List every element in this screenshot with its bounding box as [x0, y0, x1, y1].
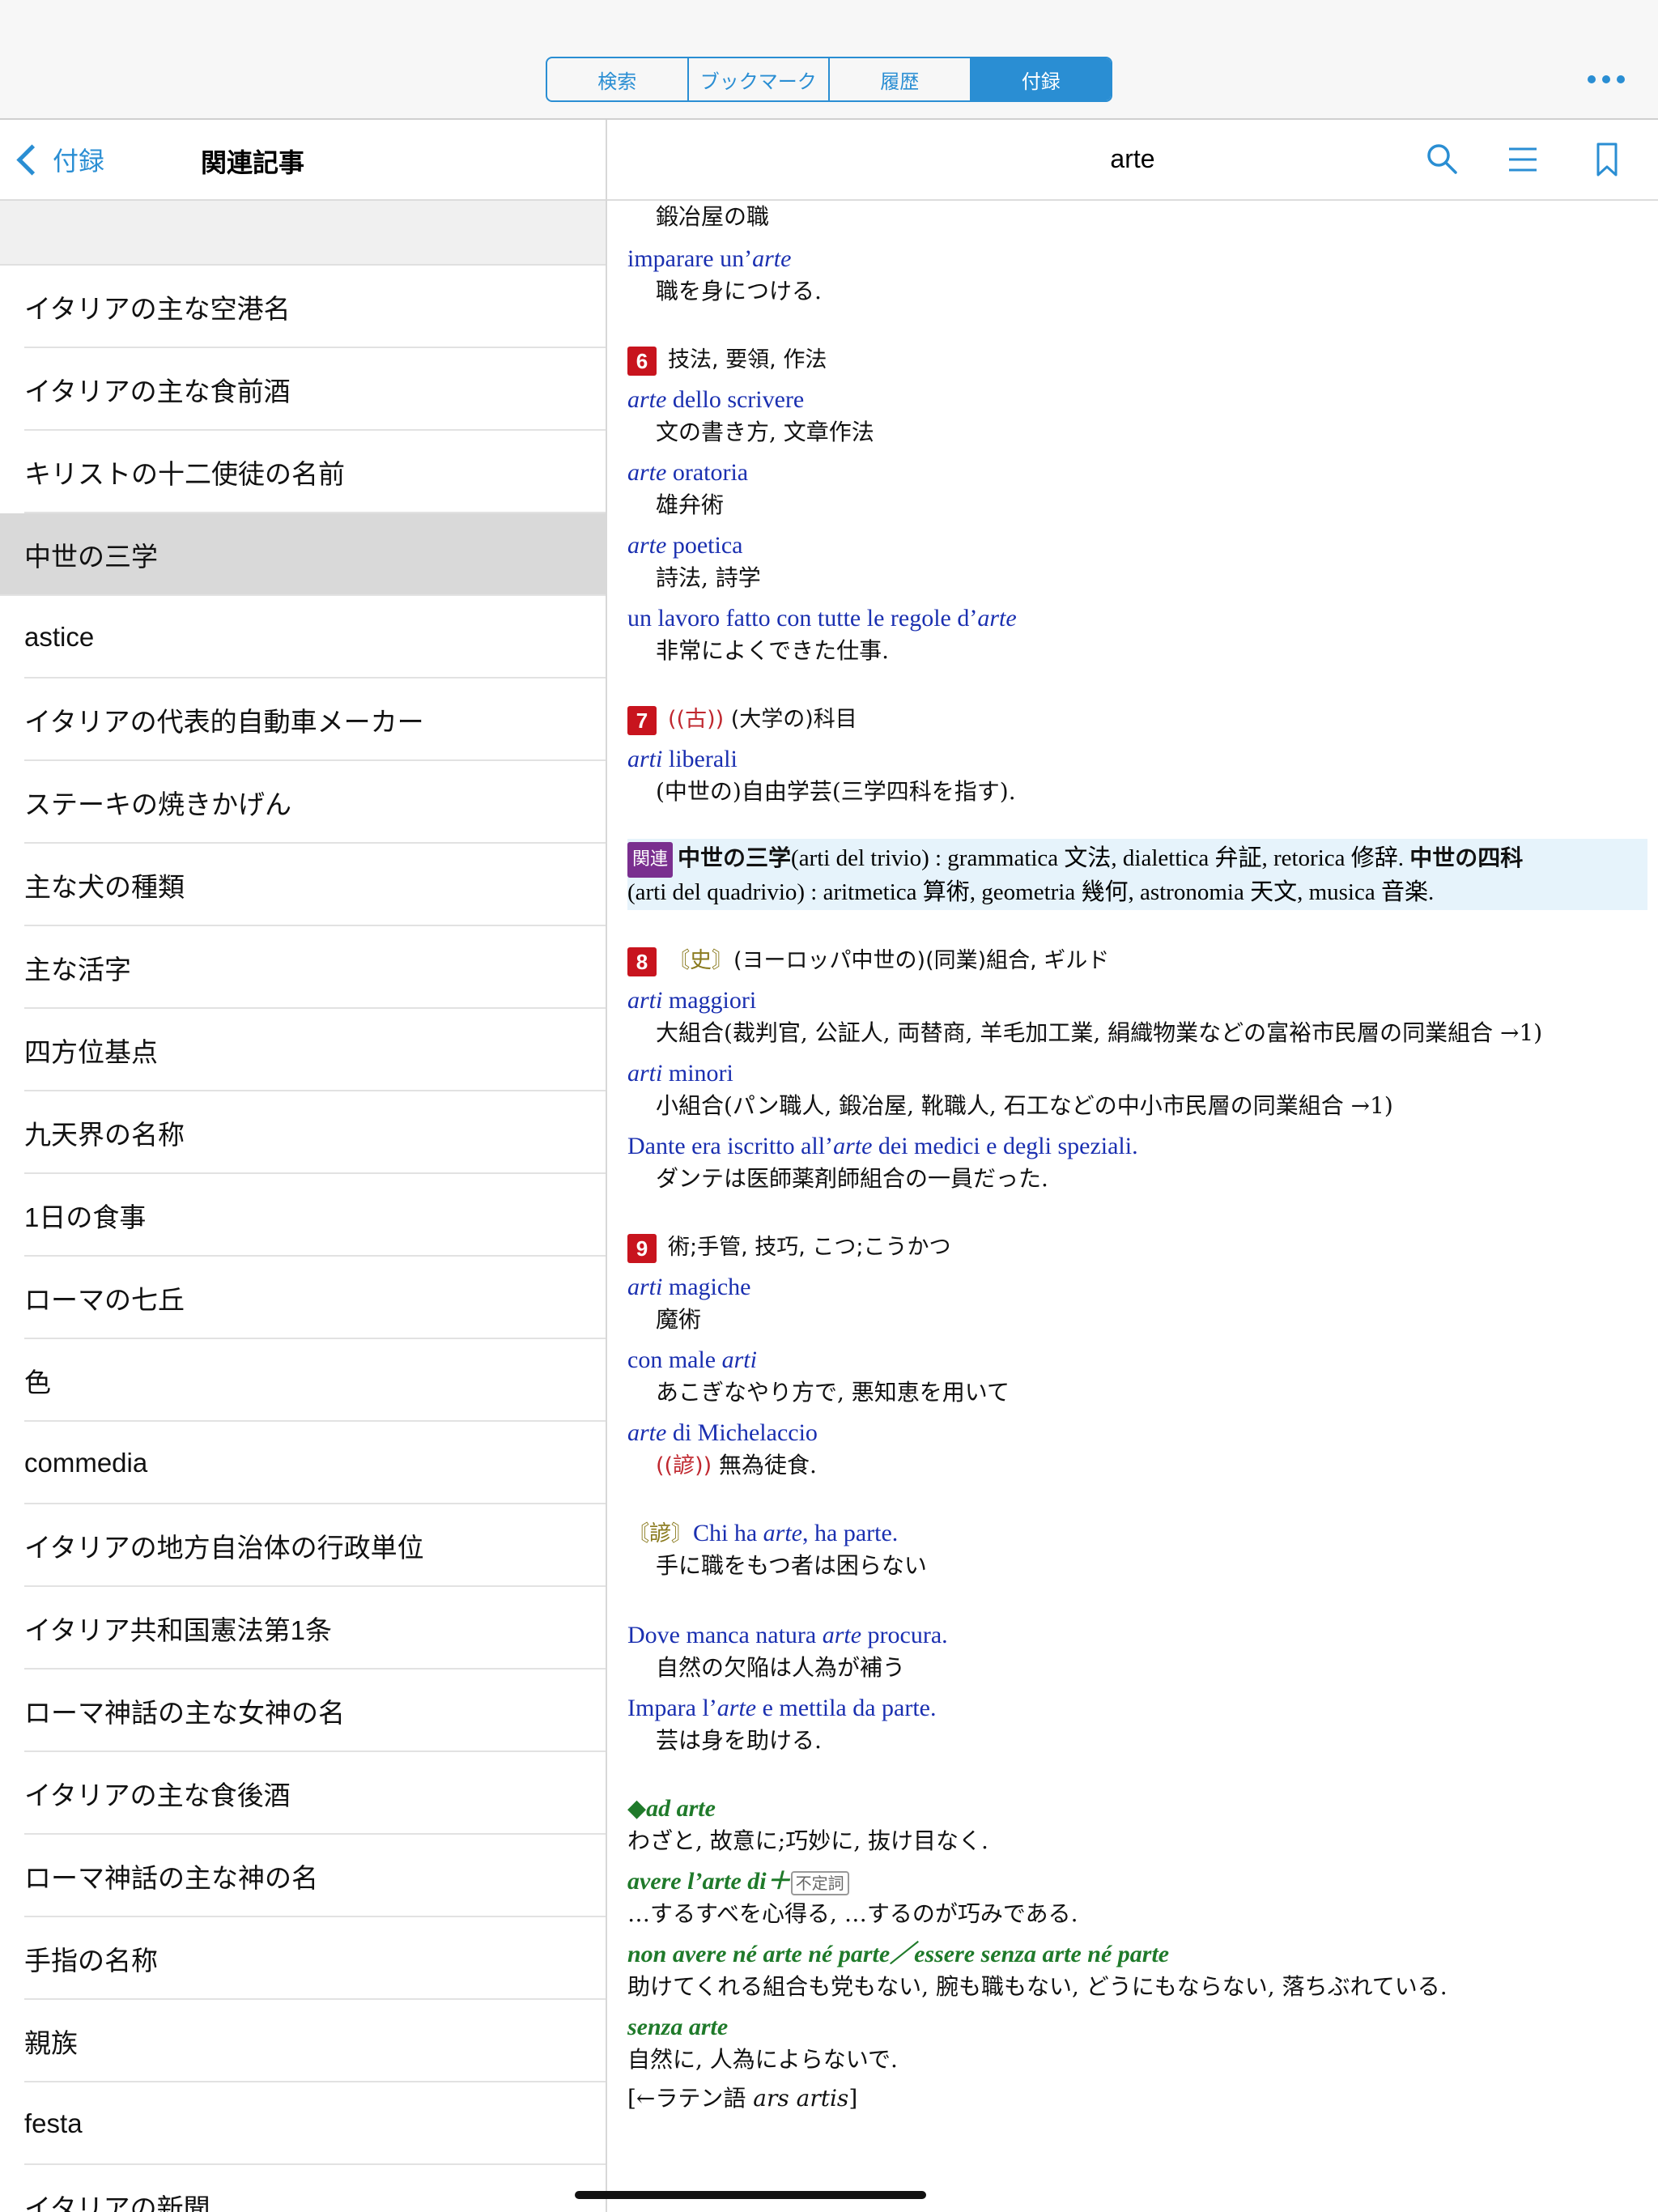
infinitive-tag: 不定詞	[790, 1871, 849, 1896]
etymology: [←ラテン語 ars artis]	[627, 2085, 858, 2112]
list-item[interactable]: イタリアの主な食前酒	[0, 348, 606, 431]
list-item[interactable]: ステーキの焼きかげん	[0, 761, 606, 844]
translation: (中世の)自由学芸(三学四科を指す).	[656, 778, 1016, 805]
example-phrase: arti minori	[627, 1060, 733, 1087]
sense-9: 9 術;手管, 技巧, こつ;こうかつ	[627, 1231, 951, 1264]
translation: ダンテは医師薬剤師組合の一員だった.	[656, 1165, 1048, 1192]
sense-8: 8 〘史〙(ヨーロッパ中世の)(同業)組合, ギルド	[627, 944, 1109, 977]
idiom: non avere né arte né parte／essere senza …	[627, 1941, 1170, 1967]
translation: 鍛冶屋の職	[656, 203, 770, 230]
translation: 雄弁術	[656, 491, 725, 518]
example-phrase: Dante era iscritto all’arte dei medici e…	[627, 1133, 1138, 1159]
list-item[interactable]: ローマ神話の主な神の名	[0, 1835, 606, 1917]
example-phrase: arti maggiori	[627, 987, 757, 1014]
translation: 詩法, 詩学	[656, 564, 761, 591]
sense-number: 9	[627, 1234, 657, 1264]
list-item[interactable]: 四方位基点	[0, 1009, 606, 1091]
sense-6: 6 技法, 要領, 作法	[627, 343, 827, 376]
segment-history[interactable]: 履歴	[830, 58, 971, 100]
example-phrase: arte poetica	[627, 532, 743, 559]
list-item[interactable]: 1日の食事	[0, 1174, 606, 1257]
proverb: Impara l’arte e mettila da parte.	[627, 1695, 937, 1721]
idiom: ◆ad arte	[627, 1795, 716, 1822]
translation: 職を身につける.	[656, 278, 822, 304]
proverb: Dove manca natura arte procura.	[627, 1622, 948, 1648]
list-item[interactable]: ローマ神話の主な女神の名	[0, 1670, 606, 1752]
idiom: senza arte	[627, 2014, 729, 2040]
idiom-meaning: 助けてくれる組合も党もない, 腕も職もない, どうにもならない, 落ちぶれている…	[627, 1973, 1448, 2000]
list-item[interactable]: イタリアの主な食後酒	[0, 1752, 606, 1835]
translation: 魔術	[656, 1306, 702, 1333]
sense-7: 7 ((古)) (大学の)科目	[627, 703, 857, 736]
translation: ((諺)) 無為徒食.	[656, 1452, 817, 1478]
top-toolbar: 検索 ブックマーク 履歴 付録	[0, 0, 1658, 120]
list-item[interactable]: イタリア共和国憲法第1条	[0, 1587, 606, 1670]
list-item[interactable]: 親族	[0, 2000, 606, 2082]
idiom-meaning: わざと, 故意に;巧妙に, 抜け目なく.	[627, 1827, 988, 1854]
translation: 非常によくできた仕事.	[656, 637, 890, 664]
example-phrase: un lavoro fatto con tutte le regole d’ar…	[627, 605, 1017, 632]
sense-number: 8	[627, 947, 657, 977]
idiom: avere l’arte di＋ 不定詞	[627, 1865, 849, 1898]
content-header: arte	[607, 120, 1658, 201]
translation: 文の書き方, 文章作法	[656, 419, 874, 445]
sidebar-title: 関連記事	[200, 148, 304, 177]
related-badge: 関連	[627, 842, 674, 878]
sidebar: 付録 関連記事 イタリアの主な空港名 イタリアの主な食前酒 キリストの十二使徒の…	[0, 120, 607, 2212]
sidebar-header: 付録 関連記事	[0, 120, 606, 201]
list-item[interactable]: ローマの七丘	[0, 1257, 606, 1339]
segmented-control: 検索 ブックマーク 履歴 付録	[546, 57, 1112, 102]
translation: 大組合(裁判官, 公証人, 両替商, 羊毛加工業, 絹織物業などの富裕市民層の同…	[656, 1019, 1543, 1046]
list-item[interactable]: 手指の名称	[0, 1917, 606, 2000]
list-icon[interactable]	[1503, 139, 1543, 180]
segment-appendix[interactable]: 付録	[971, 58, 1111, 100]
list-item[interactable]: イタリアの新聞	[0, 2165, 606, 2212]
bookmark-icon[interactable]	[1587, 139, 1627, 180]
more-icon[interactable]	[1582, 63, 1630, 96]
translation: 小組合(パン職人, 鍛冶屋, 靴職人, 石工などの中小市民層の同業組合 →1)	[656, 1092, 1393, 1119]
list-item[interactable]: 主な活字	[0, 926, 606, 1009]
idiom-meaning: 自然に, 人為によらないで.	[627, 2046, 898, 2073]
example-phrase: con male arti	[627, 1346, 757, 1373]
idiom-meaning: …するすべを心得る, …するのが巧みである.	[627, 1900, 1078, 1927]
example-phrase: arte di Michelaccio	[627, 1419, 818, 1446]
sidebar-blank-row	[0, 201, 606, 266]
list-item[interactable]: festa	[0, 2082, 606, 2165]
list-item[interactable]: イタリアの地方自治体の行政単位	[0, 1504, 606, 1587]
related-line-1: 関連 中世の三学(arti del trivio) : grammatica 文法…	[627, 842, 1523, 878]
translation: 自然の欠陥は人為が補う	[656, 1654, 906, 1681]
list-item[interactable]: astice	[0, 596, 606, 678]
translation: 手に職をもつ者は困らない	[656, 1552, 927, 1579]
list-item[interactable]: 主な犬の種類	[0, 844, 606, 926]
list-item[interactable]: commedia	[0, 1422, 606, 1504]
example-phrase: arte dello scrivere	[627, 386, 805, 413]
search-icon[interactable]	[1422, 139, 1462, 180]
segment-search[interactable]: 検索	[547, 58, 689, 100]
related-line-2: (arti del quadrivio) : aritmetica 算術, ge…	[627, 879, 1435, 905]
translation: あこぎなやり方で, 悪知恵を用いて	[656, 1379, 1010, 1406]
entry-title: arte	[1110, 144, 1155, 173]
example-phrase: arti liberali	[627, 746, 738, 772]
sense-number: 6	[627, 347, 657, 376]
list-item[interactable]: 九天界の名称	[0, 1091, 606, 1174]
home-indicator	[575, 2191, 926, 2199]
sense-number: 7	[627, 706, 657, 736]
list-item-selected[interactable]: 中世の三学	[0, 513, 606, 596]
list-item[interactable]: イタリアの代表的自動車メーカー	[0, 678, 606, 761]
translation: 芸は身を助ける.	[656, 1727, 822, 1754]
example-phrase: arti magiche	[627, 1274, 751, 1300]
example-phrase: imparare un’arte	[627, 245, 792, 272]
list-item[interactable]: キリストの十二使徒の名前	[0, 431, 606, 513]
example-phrase: arte oratoria	[627, 459, 749, 486]
list-item[interactable]: 色	[0, 1339, 606, 1422]
segment-bookmark[interactable]: ブックマーク	[689, 58, 830, 100]
proverb: 〘諺〙Chi ha arte, ha parte.	[627, 1520, 899, 1546]
list-item[interactable]: イタリアの主な空港名	[0, 266, 606, 348]
entry-content: 鍛冶屋の職 imparare un’arte 職を身につける. 6 技法, 要領,…	[607, 201, 1658, 2212]
